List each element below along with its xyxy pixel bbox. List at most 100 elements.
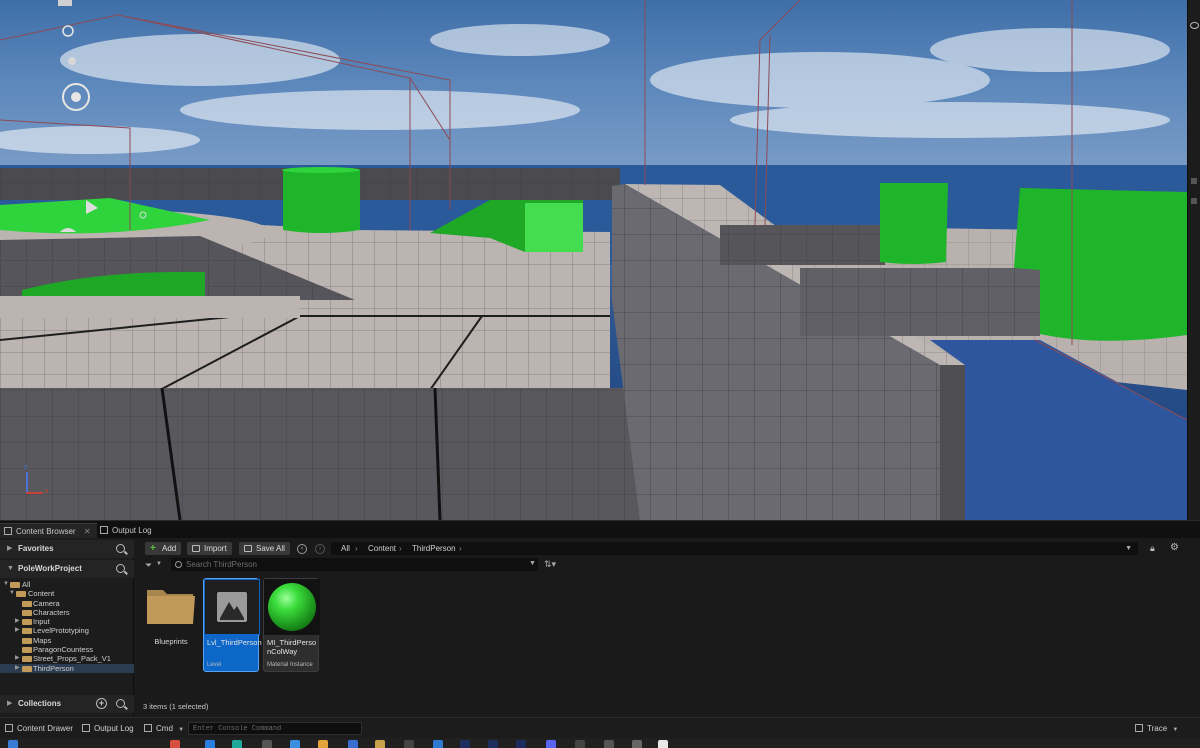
chrome-icon[interactable] — [318, 740, 328, 748]
console-command-input[interactable] — [188, 722, 362, 735]
tree-item-content[interactable]: ▼ Content — [0, 589, 134, 598]
back-icon[interactable]: ‹ — [297, 544, 307, 554]
tree-item-camera[interactable]: Camera — [0, 599, 134, 608]
breadcrumb-content[interactable]: Content — [368, 542, 396, 555]
tab-content-browser[interactable]: Content Browser ✕ — [0, 523, 97, 538]
content-browser-main: + Add Import Save All ‹ › All › Content … — [135, 538, 1200, 717]
search-input[interactable] — [171, 558, 538, 571]
filter-icon[interactable]: ⏷ — [145, 560, 152, 571]
chevron-down-icon[interactable]: ▼ — [529, 560, 536, 567]
import-button[interactable]: Import — [187, 542, 232, 555]
folder-icon — [22, 619, 32, 626]
breadcrumb-separator-icon: › — [399, 544, 402, 553]
visibility-eye-icon[interactable] — [1190, 22, 1199, 29]
chevron-right-icon[interactable]: ▶ — [15, 664, 20, 673]
trace-dropdown[interactable]: Trace ▼ — [1133, 722, 1178, 735]
tree-item-paragoncountess[interactable]: ParagonCountess — [0, 645, 134, 654]
taskbar-app-icon[interactable] — [433, 740, 443, 748]
forward-icon[interactable]: › — [315, 544, 325, 554]
tree-item-levelprototyping[interactable]: ▶ LevelPrototyping — [0, 626, 134, 635]
tab-content-browser-label: Content Browser — [16, 527, 76, 536]
asset-name: Lvl_ThirdPerson — [207, 638, 262, 647]
taskbar-app-icon[interactable] — [516, 740, 526, 748]
chevron-down-icon[interactable]: ▼ — [9, 589, 15, 598]
close-icon[interactable]: ✕ — [84, 527, 91, 536]
unreal-engine-icon[interactable] — [658, 740, 668, 748]
add-button[interactable]: + Add — [145, 542, 182, 555]
level-viewport[interactable]: z x — [0, 0, 1187, 520]
tree-item-street-props[interactable]: ▶ Street_Props_Pack_V1 — [0, 654, 134, 663]
chevron-right-icon[interactable]: ▶ — [15, 654, 20, 663]
tree-item-label: LevelPrototyping — [33, 626, 89, 636]
cmd-label: Cmd — [156, 724, 173, 733]
collections-header[interactable]: ▶ Collections + — [0, 695, 134, 713]
tree-item-characters[interactable]: Characters — [0, 608, 134, 617]
output-log-button[interactable]: Output Log — [80, 722, 134, 735]
asset-tile-folder[interactable]: Blueprints — [143, 578, 199, 672]
asset-name: MI_ThirdPersonColWay — [267, 638, 317, 656]
material-sphere-icon — [264, 579, 320, 635]
taskbar-app-icon[interactable] — [575, 740, 585, 748]
taskbar-app-icon[interactable] — [404, 740, 414, 748]
taskbar-app-icon[interactable] — [205, 740, 215, 748]
pencil-icon[interactable] — [1191, 198, 1197, 204]
tab-output-log[interactable]: Output Log — [96, 523, 158, 538]
axis-gizmo: z x — [22, 464, 52, 496]
taskbar-app-icon[interactable] — [290, 740, 300, 748]
chevron-down-icon[interactable]: ▼ — [3, 580, 9, 589]
chevron-down-icon: ▼ — [1172, 727, 1179, 733]
item-count-status: 3 items (1 selected) — [143, 702, 209, 711]
tree-item-input[interactable]: ▶ Input — [0, 617, 134, 626]
tree-item-all[interactable]: ▼ All — [0, 580, 134, 589]
chevron-down-icon: ▼ — [7, 565, 14, 572]
favorites-label: Favorites — [18, 544, 54, 553]
content-drawer-button[interactable]: Content Drawer — [3, 722, 73, 735]
taskbar-app-icon[interactable] — [375, 740, 385, 748]
taskbar-app-icon[interactable] — [232, 740, 242, 748]
discord-icon[interactable] — [546, 740, 556, 748]
search-icon[interactable] — [116, 544, 125, 553]
taskbar-app-icon[interactable] — [632, 740, 642, 748]
taskbar-app-icon[interactable] — [170, 740, 180, 748]
chevron-right-icon[interactable]: ▶ — [15, 626, 20, 635]
taskbar-app-icon[interactable] — [262, 740, 272, 748]
favorites-header[interactable]: ▶ Favorites — [0, 540, 134, 558]
asset-tile-level[interactable]: Lvl_ThirdPerson Level — [203, 578, 262, 672]
breadcrumb-separator-icon: › — [459, 544, 462, 553]
photoshop-icon[interactable] — [460, 740, 470, 748]
asset-name: Blueprints — [154, 637, 188, 646]
save-all-button[interactable]: Save All — [239, 542, 290, 555]
taskbar-app-icon[interactable] — [348, 740, 358, 748]
gear-icon[interactable]: ⚙ — [1170, 542, 1179, 553]
chevron-down-icon[interactable]: ▼ — [156, 561, 162, 567]
taskbar-app-icon[interactable] — [488, 740, 498, 748]
chevron-down-icon[interactable]: ▼ — [1125, 542, 1132, 555]
breadcrumb-thirdperson[interactable]: ThirdPerson — [412, 542, 456, 555]
search-icon[interactable] — [116, 564, 125, 573]
search-icon[interactable] — [116, 699, 125, 708]
search-row: ⏷ ▼ ▼ ⇅▾ — [135, 558, 1200, 572]
console-icon — [144, 724, 152, 732]
taskbar-app-icon[interactable] — [604, 740, 614, 748]
marker-icon[interactable] — [1191, 178, 1197, 184]
tree-item-thirdperson[interactable]: ▶ ThirdPerson — [0, 663, 134, 673]
asset-type: Material Instance — [267, 662, 313, 668]
chevron-right-icon[interactable]: ▶ — [15, 617, 20, 626]
import-icon — [192, 545, 200, 552]
content-browser: ▶ Favorites ▼ PoleWorkProject ▼ All ▼ Co… — [0, 538, 1200, 717]
sort-icon[interactable]: ⇅▾ — [544, 559, 556, 570]
start-icon[interactable] — [8, 740, 18, 748]
tree-item-label: Characters — [33, 607, 70, 617]
editor-status-bar: Content Drawer Output Log Cmd ▼ Trace ▼ — [0, 717, 1200, 738]
tree-item-maps[interactable]: Maps — [0, 636, 134, 645]
output-log-icon — [82, 724, 90, 732]
output-log-label: Output Log — [94, 724, 134, 733]
lock-icon[interactable]: 🔒︎ — [1150, 543, 1155, 554]
folder-icon — [143, 578, 199, 634]
breadcrumb-all[interactable]: All — [341, 542, 350, 555]
asset-tile-material-instance[interactable]: MI_ThirdPersonColWay Material Instance — [263, 578, 320, 672]
add-collection-icon[interactable]: + — [96, 698, 107, 709]
cmd-dropdown[interactable]: Cmd ▼ — [142, 722, 184, 735]
content-browser-sidebar: ▶ Favorites ▼ PoleWorkProject ▼ All ▼ Co… — [0, 538, 134, 717]
project-header[interactable]: ▼ PoleWorkProject — [0, 560, 134, 578]
